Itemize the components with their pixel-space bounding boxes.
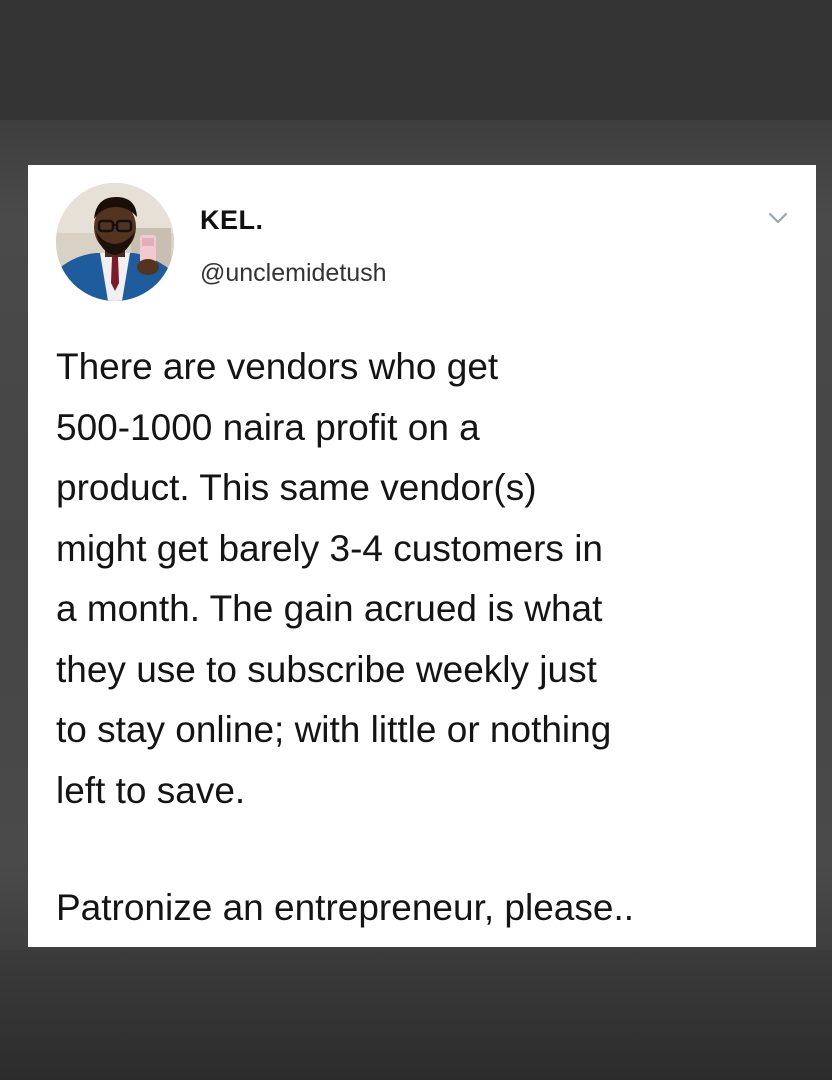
tweet-closing-line: Patronize an entrepreneur, please.. (56, 887, 634, 928)
background-top-band (0, 0, 832, 120)
display-name[interactable]: KEL. (200, 205, 264, 236)
chevron-down-icon[interactable] (764, 207, 792, 229)
profile-photo-icon (56, 183, 174, 301)
tweet-card: KEL. @unclemidetush There are vendors wh… (28, 165, 816, 947)
background-bottom-band (0, 950, 832, 1080)
tweet-text: There are vendors who get 500-1000 naira… (56, 346, 612, 811)
avatar[interactable] (56, 183, 174, 301)
user-handle[interactable]: @unclemidetush (200, 259, 387, 288)
